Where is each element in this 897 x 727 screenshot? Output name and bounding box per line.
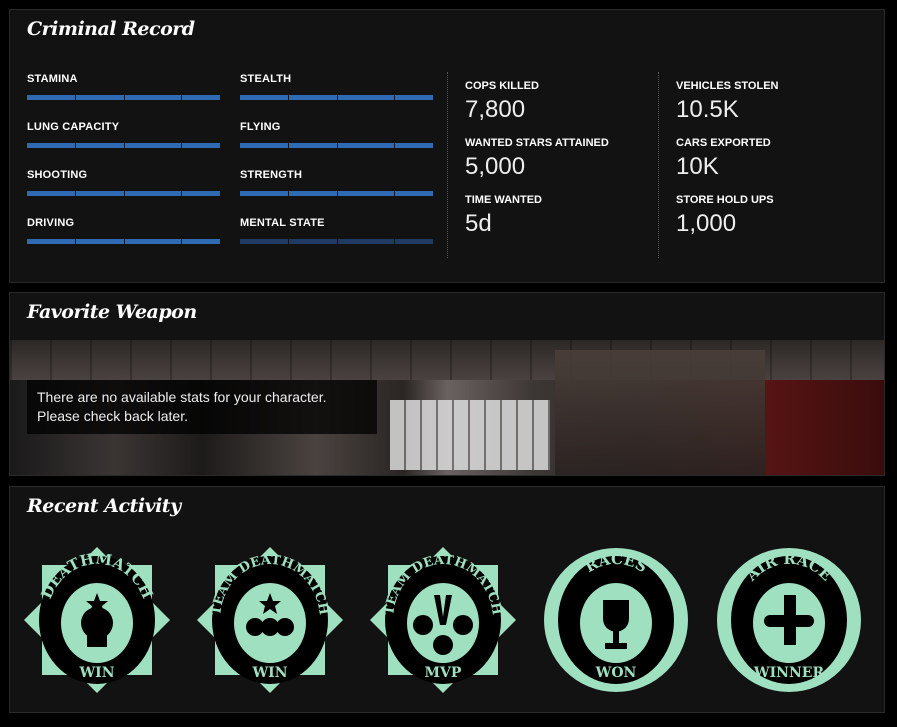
no-stats-line1: There are no available stats for your ch…	[37, 389, 327, 405]
stat-cops-killed: COPS KILLED 7,800	[465, 80, 539, 124]
badge-team-deathmatch-win[interactable]: TEAM DEATHMATCH WIN	[195, 545, 345, 695]
stat-label: VEHICLES STOLEN	[676, 80, 779, 92]
skill-progress-bar	[27, 191, 220, 196]
stat-label: COPS KILLED	[465, 80, 539, 92]
stats-divider	[447, 72, 448, 258]
stat-label: TIME WANTED	[465, 194, 542, 206]
badge-team-deathmatch-mvp[interactable]: TEAM DEATHMATCH MVP	[368, 545, 518, 695]
skill-lung-capacity: LUNG CAPACITY	[27, 121, 220, 148]
trophy-badge-icon: RACES WON	[544, 548, 688, 692]
skill-label: DRIVING	[27, 217, 75, 229]
stat-time-wanted: TIME WANTED 5d	[465, 194, 542, 238]
skill-strength: STRENGTH	[240, 169, 433, 196]
skill-label: STAMINA	[27, 73, 78, 85]
skill-progress-bar	[240, 191, 433, 196]
skill-label: SHOOTING	[27, 169, 88, 181]
recent-activity-title: Recent Activity	[27, 495, 181, 517]
stat-label: STORE HOLD UPS	[676, 194, 774, 206]
skill-driving: DRIVING	[27, 217, 220, 244]
criminal-record-panel: Criminal Record STAMINA STEALTH LUNG CAP…	[9, 9, 885, 283]
skill-label: MENTAL STATE	[240, 217, 325, 229]
skill-progress-bar	[27, 95, 220, 100]
skull-badge-icon: DEATHMATCH WIN	[24, 547, 170, 693]
stat-value: 5,000	[465, 153, 526, 180]
criminal-record-title: Criminal Record	[27, 18, 195, 40]
badge-bottom-text: WIN	[78, 665, 114, 681]
stats-divider	[658, 72, 659, 258]
badge-deathmatch-win[interactable]: DEATHMATCH WIN	[22, 545, 172, 695]
skill-flying: FLYING	[240, 121, 433, 148]
skill-stamina: STAMINA	[27, 73, 220, 100]
no-stats-line2: Please check back later.	[37, 408, 188, 424]
stat-value: 5d	[465, 210, 492, 237]
skill-label: STRENGTH	[240, 169, 303, 181]
badge-races-won[interactable]: RACES WON	[541, 545, 691, 695]
stat-value: 1,000	[676, 210, 737, 237]
skill-stealth: STEALTH	[240, 73, 433, 100]
weapon-banner-image: There are no available stats for your ch…	[10, 340, 884, 475]
no-stats-message: There are no available stats for your ch…	[27, 380, 377, 434]
skill-progress-bar	[240, 95, 433, 100]
stat-label: WANTED STARS ATTAINED	[465, 137, 609, 149]
skill-shooting: SHOOTING	[27, 169, 220, 196]
badge-bottom-text: WIN	[251, 665, 287, 681]
skill-progress-bar	[240, 143, 433, 148]
favorite-weapon-panel: Favorite Weapon There are no available s…	[9, 292, 885, 476]
stat-value: 7,800	[465, 96, 526, 123]
badge-air-race-winner[interactable]: AIR RACE WINNER	[714, 545, 864, 695]
stat-cars-exported: CARS EXPORTED 10K	[676, 137, 771, 181]
skill-progress-bar	[27, 143, 220, 148]
stat-vehicles-stolen: VEHICLES STOLEN 10.5K	[676, 80, 778, 124]
stat-store-hold-ups: STORE HOLD UPS 1,000	[676, 194, 774, 238]
stat-wanted-stars-attained: WANTED STARS ATTAINED 5,000	[465, 137, 609, 181]
medal-badge-icon: TEAM DEATHMATCH MVP	[370, 547, 516, 693]
badge-bottom-text: WINNER	[753, 665, 825, 681]
favorite-weapon-title: Favorite Weapon	[27, 301, 197, 323]
stat-label: CARS EXPORTED	[676, 137, 771, 149]
skill-progress-bar	[240, 239, 433, 244]
skulls-badge-icon: TEAM DEATHMATCH WIN	[197, 547, 343, 693]
badge-bottom-text: WON	[595, 665, 637, 681]
stat-value: 10K	[676, 153, 719, 180]
stat-value: 10.5K	[676, 96, 739, 123]
skill-label: STEALTH	[240, 73, 292, 85]
skill-label: LUNG CAPACITY	[27, 121, 120, 133]
skill-progress-bar	[27, 239, 220, 244]
skill-mental-state: MENTAL STATE	[240, 217, 433, 244]
skill-label: FLYING	[240, 121, 281, 133]
badge-bottom-text: MVP	[425, 665, 462, 681]
plane-badge-icon: AIR RACE WINNER	[717, 548, 861, 692]
